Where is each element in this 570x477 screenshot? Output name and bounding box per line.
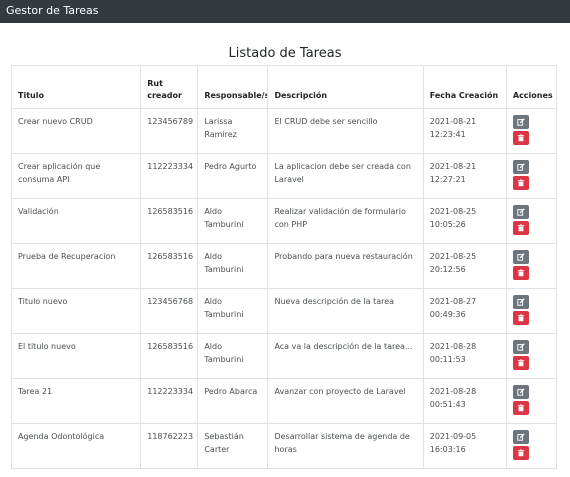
task-rut: 112223334 <box>140 378 199 424</box>
navbar-brand[interactable]: Gestor de Tareas <box>6 4 99 17</box>
task-actions <box>505 333 558 379</box>
task-description: Avanzar con proyecto de Laravel <box>267 378 424 424</box>
navbar: Gestor de Tareas <box>0 0 570 23</box>
task-date: 2021-08-28 <box>429 387 477 396</box>
task-responsible: Larissa Ramirez <box>197 108 269 154</box>
task-rut: 126583516 <box>140 198 199 244</box>
task-actions <box>505 423 558 469</box>
table-row: El titulo nuevo 126583516 Aldo Tamburini Ac… <box>10 333 558 379</box>
task-time: 00:51:43 <box>429 400 466 409</box>
task-rut: 118762223 <box>140 423 199 469</box>
delete-button[interactable] <box>512 401 529 415</box>
task-actions <box>505 198 558 244</box>
page-title: Listado de Tareas <box>228 46 342 61</box>
edit-button[interactable] <box>512 115 529 129</box>
task-description: El CRUD debe ser sencillo <box>267 108 424 154</box>
task-description: La aplicacion debe ser creada con Larave… <box>267 153 424 199</box>
table-row: Crear aplicación que consuma API 11222333… <box>10 153 558 199</box>
delete-button[interactable] <box>512 176 529 190</box>
task-date: 2021-08-25 <box>429 207 477 216</box>
task-responsible: Sebastián Carter <box>197 423 269 469</box>
task-rut: 123456768 <box>140 288 199 334</box>
task-date: 2021-08-21 <box>429 162 477 171</box>
task-rut: 126583516 <box>140 243 199 289</box>
task-title: Tarea 21 <box>10 378 142 424</box>
task-rut: 123456789 <box>140 108 199 154</box>
edit-button[interactable] <box>512 295 529 309</box>
delete-button[interactable] <box>512 311 529 325</box>
delete-button[interactable] <box>512 446 529 460</box>
task-date: 2021-08-25 <box>429 252 477 261</box>
task-description: Desarrollar sistema de agenda de horas <box>267 423 424 469</box>
task-title: Titulo nuevo <box>10 288 142 334</box>
task-title: Crear nuevo CRUD <box>10 108 142 154</box>
table-row: Prueba de Recuperacion 126583516 Aldo Tamb… <box>10 243 558 289</box>
task-description: Nueva descripción de la tarea <box>267 288 424 334</box>
task-responsible: Pedro Agurto <box>197 153 269 199</box>
table-header-row: Titulo Rut creador Responsable/s Descrip… <box>10 65 558 109</box>
task-created: 2021-09-05 16:03:16 <box>422 423 507 469</box>
task-created: 2021-08-28 00:51:43 <box>422 378 507 424</box>
task-time: 12:27:21 <box>429 175 466 184</box>
task-title: El titulo nuevo <box>10 333 142 379</box>
task-responsible: Aldo Tamburini <box>197 288 269 334</box>
task-description: Realizar validación de formulario con PH… <box>267 198 424 244</box>
edit-button[interactable] <box>512 430 529 444</box>
delete-button[interactable] <box>512 131 529 145</box>
delete-button[interactable] <box>512 221 529 235</box>
header-rut: Rut creador <box>140 65 199 109</box>
task-rut: 126583516 <box>140 333 199 379</box>
task-time: 20:12:56 <box>429 265 466 274</box>
task-description: Aca va la descripción de la tarea... <box>267 333 424 379</box>
task-time: 16:03:16 <box>429 445 466 454</box>
task-actions <box>505 108 558 154</box>
header-description: Descripción <box>267 65 424 109</box>
task-rut: 112223334 <box>140 153 199 199</box>
edit-button[interactable] <box>512 160 529 174</box>
task-date: 2021-09-05 <box>429 432 477 441</box>
task-title: Prueba de Recuperacion <box>10 243 142 289</box>
task-time: 12:23:41 <box>429 130 466 139</box>
task-title: Crear aplicación que consuma API <box>10 153 142 199</box>
edit-button[interactable] <box>512 385 529 399</box>
task-responsible: Aldo Tamburini <box>197 243 269 289</box>
task-date: 2021-08-21 <box>429 117 477 126</box>
task-created: 2021-08-27 00:49:36 <box>422 288 507 334</box>
task-title: Agenda Odontológica <box>10 423 142 469</box>
header-actions: Acciones <box>505 65 558 109</box>
task-time: 10:05:26 <box>429 220 466 229</box>
task-created: 2021-08-21 12:27:21 <box>422 153 507 199</box>
table-row: Crear nuevo CRUD 123456789 Larissa Ramirez… <box>10 108 558 154</box>
edit-button[interactable] <box>512 250 529 264</box>
task-responsible: Aldo Tamburini <box>197 333 269 379</box>
task-created: 2021-08-21 12:23:41 <box>422 108 507 154</box>
header-date: Fecha Creación <box>422 65 507 109</box>
task-title: Validación <box>10 198 142 244</box>
task-responsible: Aldo Tamburini <box>197 198 269 244</box>
task-date: 2021-08-28 <box>429 342 477 351</box>
task-created: 2021-08-28 00:11:53 <box>422 333 507 379</box>
edit-button[interactable] <box>512 205 529 219</box>
edit-button[interactable] <box>512 340 529 354</box>
task-actions <box>505 288 558 334</box>
task-created: 2021-08-25 20:12:56 <box>422 243 507 289</box>
task-actions <box>505 378 558 424</box>
task-created: 2021-08-25 10:05:26 <box>422 198 507 244</box>
task-responsible: Pedro Abarca <box>197 378 269 424</box>
table-row: Tarea 21 112223334 Pedro Abarca Avanzar con… <box>10 378 558 424</box>
task-time: 00:49:36 <box>429 310 466 319</box>
task-time: 00:11:53 <box>429 355 466 364</box>
task-description: Probando para nueva restauración <box>267 243 424 289</box>
header-title: Titulo <box>10 65 142 109</box>
header-responsible: Responsable/s <box>197 65 269 109</box>
table-row: Titulo nuevo 123456768 Aldo Tamburini Nueva… <box>10 288 558 334</box>
table-row: Validación 126583516 Aldo Tamburini Realiza… <box>10 198 558 244</box>
delete-button[interactable] <box>512 356 529 370</box>
task-date: 2021-08-27 <box>429 297 477 306</box>
task-actions <box>505 243 558 289</box>
table-row: Agenda Odontológica 118762223 Sebastián Ca… <box>10 423 558 469</box>
tasks-table: Titulo Rut creador Responsable/s Descrip… <box>10 65 558 469</box>
task-actions <box>505 153 558 199</box>
delete-button[interactable] <box>512 266 529 280</box>
